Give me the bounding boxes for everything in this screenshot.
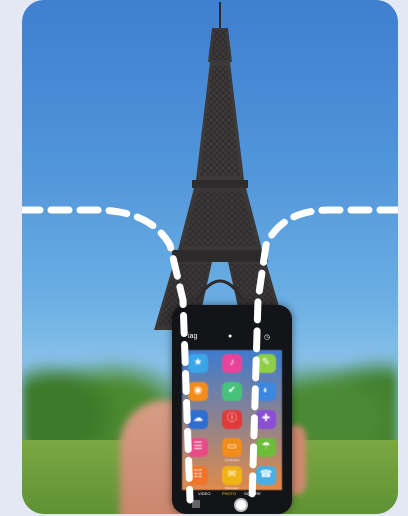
photo-card: iag ● ◷ ★ ♪ ✎ ◉ ✔ ◐ ☁ ⓘ ✚ ☰ ▭ Certificates ☂ ☷ ✉ Messag… [22,0,398,514]
dashed-focus-outline [22,206,398,504]
